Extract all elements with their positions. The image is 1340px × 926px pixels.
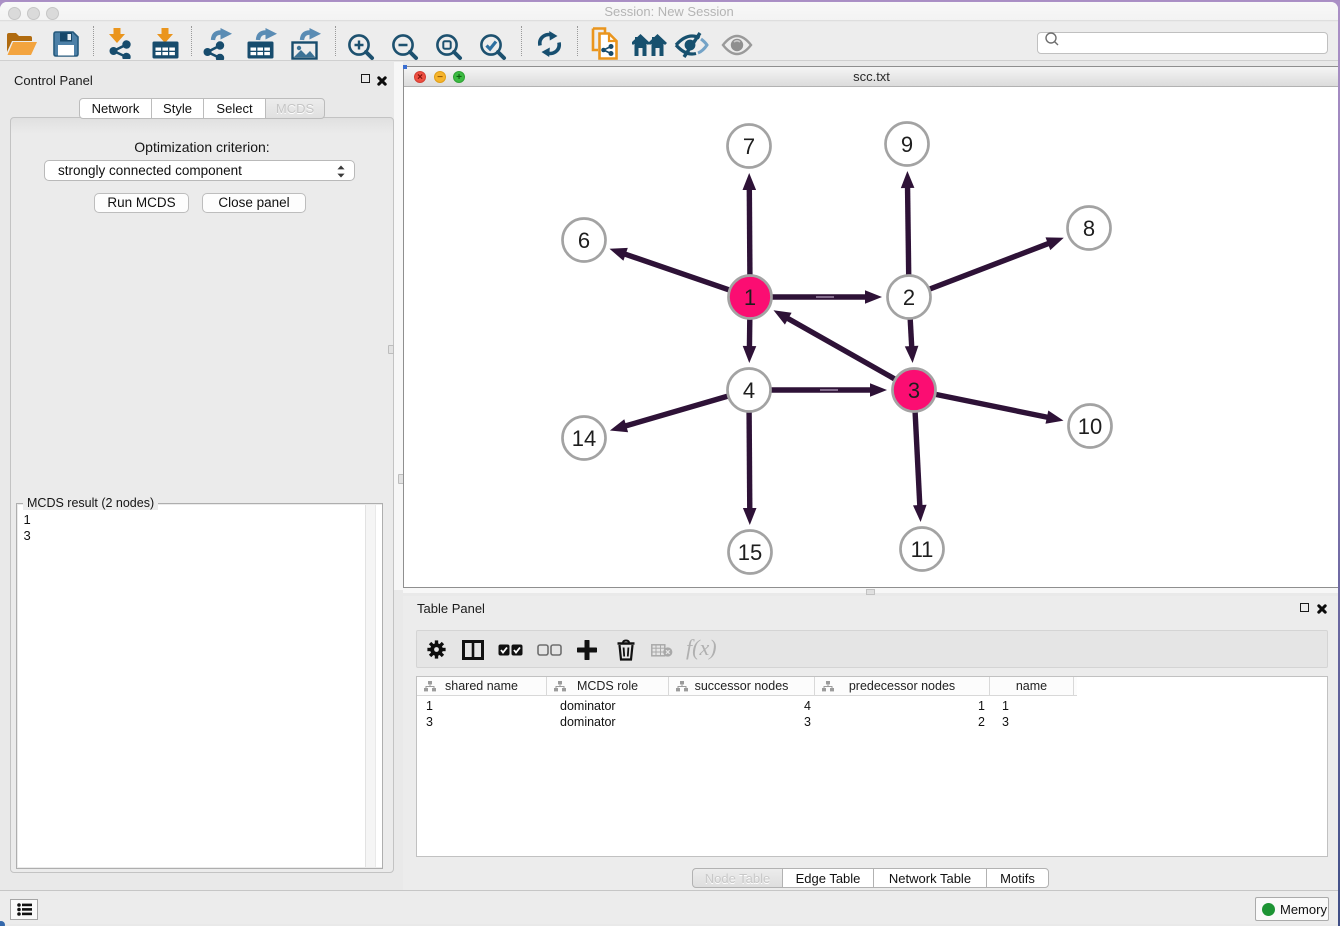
svg-text:6: 6: [578, 228, 590, 253]
svg-text:7: 7: [743, 134, 755, 159]
svg-text:15: 15: [738, 540, 762, 565]
svg-text:2: 2: [903, 285, 915, 310]
svg-text:3: 3: [908, 378, 920, 403]
svg-text:4: 4: [743, 378, 755, 403]
svg-text:8: 8: [1083, 216, 1095, 241]
svg-text:1: 1: [744, 285, 756, 310]
svg-text:11: 11: [911, 537, 934, 562]
svg-text:14: 14: [572, 426, 596, 451]
svg-text:10: 10: [1078, 414, 1102, 439]
svg-text:9: 9: [901, 132, 913, 157]
